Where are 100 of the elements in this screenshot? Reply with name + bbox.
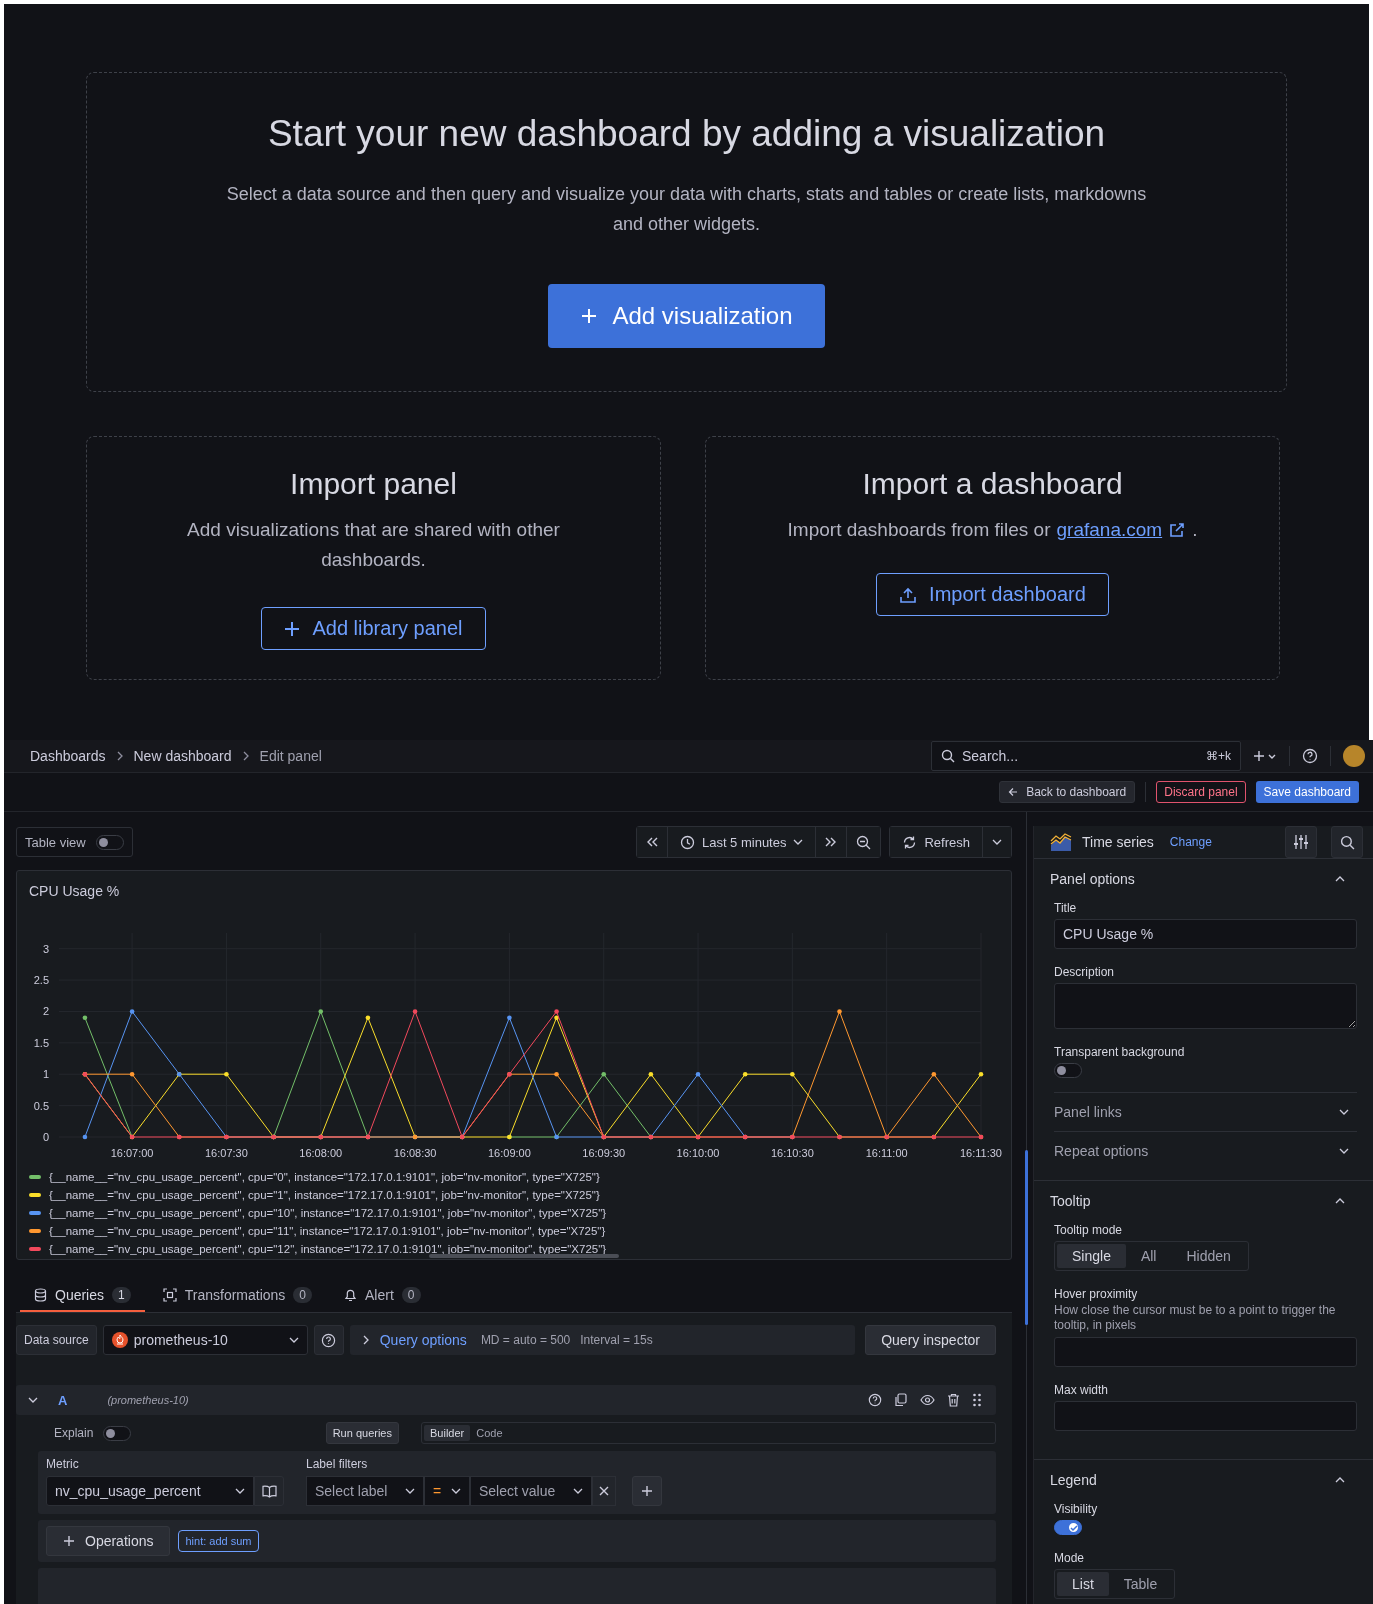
editor-tab[interactable]: Alert 0 <box>330 1280 435 1312</box>
zoom-out-button[interactable] <box>847 827 881 857</box>
editor-mode-option[interactable]: Builder <box>424 1425 471 1441</box>
breadcrumb-link[interactable]: New dashboard <box>133 748 232 764</box>
legend-item[interactable]: {__name__="nv_cpu_usage_percent", cpu="10", instance="172.17.0.1:9101", job="nv-monitor", type="X725"} <box>49 1207 607 1219</box>
save-dashboard-button[interactable]: Save dashboard <box>1255 781 1359 803</box>
close-icon <box>599 1486 609 1496</box>
grafana-link[interactable]: grafana.com <box>1056 515 1163 545</box>
run-queries-button[interactable]: Run queries <box>325 1422 399 1444</box>
transform-icon <box>162 1288 177 1302</box>
back-to-dashboard-button[interactable]: Back to dashboard <box>999 781 1136 803</box>
options-filter-button[interactable] <box>1285 826 1317 858</box>
search-button[interactable] <box>1331 826 1363 858</box>
metric-select[interactable]: nv_cpu_usage_percent <box>46 1476 254 1506</box>
remove-filter-button[interactable] <box>592 1476 616 1506</box>
visualization-name: Time series <box>1082 834 1154 850</box>
query-options-link[interactable]: Query options <box>379 1332 467 1348</box>
plus-icon <box>641 1485 653 1497</box>
data-source-label: Data source <box>16 1325 97 1355</box>
refresh-interval-dropdown[interactable] <box>983 827 1011 857</box>
add-library-panel-button[interactable]: Add library panel <box>261 607 486 650</box>
add-visualization-button[interactable]: Add visualization <box>548 284 825 348</box>
check-icon <box>1069 1523 1078 1532</box>
time-series-icon <box>1050 833 1072 851</box>
help-icon[interactable] <box>868 1393 882 1407</box>
chevron-down-icon[interactable] <box>28 1397 38 1403</box>
user-avatar[interactable] <box>1343 745 1365 767</box>
operations-button[interactable]: Operations <box>46 1526 171 1556</box>
caret-icon <box>451 1488 461 1494</box>
collapsible-section-header[interactable]: Panel links <box>1054 1092 1357 1131</box>
import-dashboard-button[interactable]: Import dashboard <box>876 573 1109 616</box>
operator-select[interactable]: = <box>424 1476 470 1506</box>
tooltip-mode-option[interactable]: Single <box>1057 1244 1126 1268</box>
breadcrumb-link[interactable]: Dashboards <box>30 748 106 764</box>
time-range-picker[interactable]: Last 5 minutes <box>667 827 817 857</box>
caret-icon <box>573 1488 583 1494</box>
legend-mode-option[interactable]: List <box>1057 1572 1109 1596</box>
chevron-right-icon <box>361 1335 370 1345</box>
legend-item[interactable]: {__name__="nv_cpu_usage_percent", cpu="1", instance="172.17.0.1:9101", job="nv-monitor", type="X725"} <box>49 1189 600 1201</box>
metric-label: Metric <box>46 1457 80 1471</box>
import-dashboard-description: Import dashboards from files or <box>787 518 1051 542</box>
max-width-label: Max width <box>1054 1383 1110 1397</box>
label-select[interactable]: Select label <box>306 1476 424 1506</box>
help-icon <box>1302 748 1318 764</box>
caret-icon <box>793 839 804 845</box>
legend-item[interactable]: {__name__="nv_cpu_usage_percent", cpu="0", instance="172.17.0.1:9101", job="nv-monitor", type="X725"} <box>49 1171 600 1183</box>
chevron-icon <box>1339 1109 1349 1115</box>
discard-panel-button[interactable]: Discard panel <box>1156 781 1246 803</box>
caret-icon <box>992 839 1002 845</box>
drag-handle-icon[interactable] <box>972 1393 982 1407</box>
explain-toggle[interactable]: Explain <box>32 1422 132 1444</box>
editor-tab[interactable]: Transformations 0 <box>148 1280 327 1312</box>
x-axis-tick: 16:11:30 <box>960 1147 1002 1159</box>
transparent-background-toggle[interactable] <box>1054 1063 1082 1078</box>
help-icon <box>321 1332 337 1348</box>
x-axis-tick: 16:10:30 <box>770 1147 814 1159</box>
tooltip-mode-option[interactable]: All <box>1125 1244 1172 1268</box>
arrow-left-icon <box>1008 787 1019 797</box>
shift-back-button[interactable] <box>636 827 668 857</box>
y-axis-tick: 0 <box>42 1131 49 1143</box>
editor-mode-option[interactable]: Code <box>470 1425 509 1441</box>
change-visualization-link[interactable]: Change <box>1169 835 1212 849</box>
trash-icon[interactable] <box>947 1393 960 1407</box>
value-select[interactable]: Select value <box>470 1476 592 1506</box>
metrics-explorer-button[interactable] <box>254 1476 284 1506</box>
eye-icon[interactable] <box>920 1394 935 1406</box>
copy-icon[interactable] <box>894 1393 908 1407</box>
query-options-bar[interactable]: Query options MD = auto = 500 Interval = 15s <box>349 1325 856 1355</box>
pane-resize-handle[interactable] <box>1025 1150 1028 1325</box>
hint-button[interactable]: hint: add sum <box>178 1530 259 1552</box>
tooltip-section-header[interactable]: Tooltip <box>1050 1181 1357 1221</box>
breadcrumb-link[interactable]: Edit panel <box>259 748 322 764</box>
plus-icon <box>284 620 301 637</box>
chevron-icon <box>1335 1477 1345 1483</box>
legend-visibility-toggle[interactable] <box>1054 1520 1082 1535</box>
zoom-out-icon <box>856 834 872 850</box>
help-button[interactable] <box>313 1325 344 1355</box>
hover-proximity-input[interactable] <box>1054 1337 1357 1367</box>
refresh-button[interactable]: Refresh <box>890 827 983 857</box>
tooltip-mode-option[interactable]: Hidden <box>1171 1244 1246 1268</box>
collapsible-section-header[interactable]: Repeat options <box>1054 1131 1357 1170</box>
flame-logo-icon <box>111 1332 128 1348</box>
x-axis-tick: 16:10:00 <box>676 1147 720 1159</box>
max-data-points-text: MD = auto = 500 <box>480 1333 571 1347</box>
panel-options-section-header[interactable]: Panel options <box>1050 859 1357 899</box>
hover-proximity-label: Hover proximity <box>1054 1287 1139 1301</box>
query-inspector-button[interactable]: Query inspector <box>865 1325 996 1355</box>
add-filter-button[interactable] <box>632 1476 662 1506</box>
max-width-input[interactable] <box>1054 1401 1357 1431</box>
legend-mode-option[interactable]: Table <box>1108 1572 1173 1596</box>
legend-section-header[interactable]: Legend <box>1050 1460 1357 1500</box>
shift-forward-button[interactable] <box>816 827 848 857</box>
plus-icon <box>63 1535 75 1547</box>
legend-item[interactable]: {__name__="nv_cpu_usage_percent", cpu="12", instance="172.17.0.1:9101", job="nv-monitor", type="X725"} <box>49 1243 607 1255</box>
title-input[interactable]: CPU Usage % <box>1054 919 1357 949</box>
query-name[interactable]: A <box>58 1392 68 1408</box>
data-source-picker[interactable]: prometheus-10 <box>102 1325 308 1355</box>
legend-item[interactable]: {__name__="nv_cpu_usage_percent", cpu="11", instance="172.17.0.1:9101", job="nv-monitor", type="X725"} <box>49 1225 606 1237</box>
transparent-background-label: Transparent background <box>1054 1045 1186 1059</box>
table-view-toggle[interactable]: Table view <box>16 827 133 857</box>
